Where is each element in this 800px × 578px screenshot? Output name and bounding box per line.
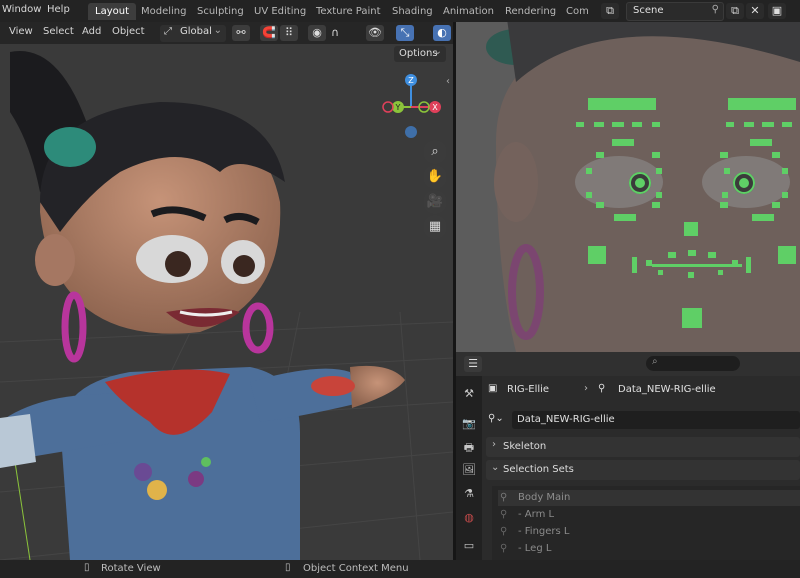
viewport-header: View Select Add Object ⤢ Global ⌄ ⚯ 🧲 ⠿ … bbox=[0, 22, 453, 44]
tool-tab-icon[interactable]: ⚒ bbox=[461, 386, 477, 402]
scene-tab-icon[interactable]: ⚗ bbox=[461, 486, 477, 502]
render-tab-icon[interactable]: 📷 bbox=[461, 416, 477, 432]
gizmo-neg-z-axis[interactable] bbox=[405, 126, 417, 138]
properties-editor: ☰ ⌕ ⚒ 📷 🖶 🖼 ⚗ ◍ ▭ ▣ RIG-Ellie › ⚲ Data_N… bbox=[456, 352, 800, 560]
gizmo-y-label: Y bbox=[395, 103, 401, 112]
scene-field[interactable]: Scene ⚲ bbox=[626, 2, 724, 21]
list-item[interactable]: ⚲ - Leg L bbox=[498, 541, 800, 557]
tab-texture-paint[interactable]: Texture Paint bbox=[309, 3, 388, 20]
menu-view[interactable]: View bbox=[9, 26, 33, 37]
tab-rendering[interactable]: Rendering bbox=[498, 3, 563, 20]
face-rig-view bbox=[456, 22, 800, 352]
new-scene-icon[interactable]: ⧉ bbox=[726, 3, 744, 19]
world-tab-icon[interactable]: ◍ bbox=[461, 510, 477, 526]
chevron-down-icon: ⌄ bbox=[491, 462, 500, 473]
perspective-grid-icon[interactable]: ▦ bbox=[423, 215, 447, 239]
snap-increment-icon[interactable]: ⠿ bbox=[280, 25, 298, 41]
tab-uv-editing[interactable]: UV Editing bbox=[247, 3, 313, 20]
bone-icon: ⚲ bbox=[500, 543, 508, 554]
visibility-icon[interactable]: 👁 bbox=[366, 25, 384, 41]
overlays-icon[interactable]: ◐ bbox=[433, 25, 451, 41]
status-context-menu: Object Context Menu bbox=[303, 563, 409, 574]
bone-icon: ⚲ bbox=[500, 526, 508, 537]
armature-object-icon: ▣ bbox=[488, 383, 498, 394]
selection-sets-panel-title: Selection Sets bbox=[503, 464, 574, 475]
chevron-right-icon: › bbox=[492, 439, 496, 450]
chevron-down-icon: ⌄ bbox=[213, 25, 222, 36]
proportional-editing-icon[interactable]: ◉ bbox=[308, 25, 326, 41]
tab-compositing[interactable]: Comp bbox=[559, 3, 588, 20]
gizmo-toggle-icon[interactable]: ⤡ bbox=[396, 25, 414, 41]
properties-header: ☰ ⌕ bbox=[456, 352, 800, 376]
gizmo-z-label: Z bbox=[408, 76, 414, 85]
selection-sets-panel[interactable]: ⌄ Selection Sets bbox=[486, 460, 800, 480]
camera-view[interactable] bbox=[456, 22, 800, 352]
pivot-point-icon[interactable]: ⚯ bbox=[232, 25, 250, 41]
view-layer-tab-icon[interactable]: 🖼 bbox=[461, 462, 477, 478]
search-icon: ⌕ bbox=[652, 356, 658, 367]
list-item[interactable]: ⚲ - Fingers L bbox=[498, 524, 800, 540]
chevron-right-icon: › bbox=[584, 383, 588, 394]
list-item[interactable]: ⚲ Body Main bbox=[498, 490, 800, 506]
armature-data-icon[interactable]: ⚲⌄ bbox=[488, 413, 504, 424]
armature-data-icon: ⚲ bbox=[598, 383, 606, 394]
breadcrumb: ▣ RIG-Ellie › ⚲ Data_NEW-RIG-ellie bbox=[486, 382, 800, 400]
snap-icon[interactable]: 🧲 bbox=[260, 25, 278, 41]
output-tab-icon[interactable]: 🖶 bbox=[461, 440, 477, 456]
mouse-right-icon: ▯ bbox=[285, 562, 291, 573]
delete-scene-icon[interactable]: ✕ bbox=[746, 3, 764, 19]
pin-icon[interactable]: ⚲ bbox=[712, 4, 719, 15]
orientation-label: Global bbox=[180, 26, 212, 37]
character-scrunchie bbox=[44, 127, 96, 167]
3d-viewport[interactable]: View Select Add Object ⤢ Global ⌄ ⚯ 🧲 ⠿ … bbox=[0, 22, 453, 560]
status-rotate-view: Rotate View bbox=[101, 563, 161, 574]
transform-orientation-dropdown[interactable]: ⤢ Global ⌄ bbox=[160, 25, 226, 42]
view-layer-icon[interactable]: ▣ bbox=[768, 3, 786, 19]
falloff-icon[interactable]: ∩ bbox=[326, 25, 344, 41]
tab-animation[interactable]: Animation bbox=[436, 3, 501, 20]
search-input[interactable]: ⌕ bbox=[646, 356, 740, 371]
data-name-value: Data_NEW-RIG-ellie bbox=[517, 414, 615, 425]
status-bar: ▯ Rotate View ▯ Object Context Menu bbox=[0, 560, 800, 578]
tab-shading[interactable]: Shading bbox=[385, 3, 440, 20]
chevron-down-icon: ⌄ bbox=[433, 46, 442, 57]
gizmo-x-label: X bbox=[432, 103, 438, 112]
character-cuff bbox=[0, 414, 36, 468]
skeleton-panel[interactable]: › Skeleton bbox=[486, 437, 800, 457]
mouse-middle-icon: ▯ bbox=[84, 562, 90, 573]
zoom-icon[interactable]: ⌕ bbox=[423, 140, 447, 164]
character-bracelet bbox=[311, 376, 355, 396]
tab-sculpting[interactable]: Sculpting bbox=[190, 3, 251, 20]
pan-hand-icon[interactable]: ✋ bbox=[423, 165, 447, 189]
data-name-field[interactable]: Data_NEW-RIG-ellie bbox=[512, 411, 800, 429]
orientation-icon: ⤢ bbox=[164, 26, 172, 37]
scene-selector-icon[interactable]: ⧉ bbox=[601, 3, 619, 19]
breadcrumb-object: RIG-Ellie bbox=[507, 384, 550, 395]
bone-icon: ⚲ bbox=[500, 492, 508, 503]
options-label: Options bbox=[399, 48, 438, 59]
character-ear bbox=[35, 234, 75, 286]
top-bar: Window Help Layout Modeling Sculpting UV… bbox=[0, 0, 800, 22]
collection-tab-icon[interactable]: ▭ bbox=[461, 538, 477, 554]
camera-icon[interactable]: 🎥 bbox=[423, 190, 447, 214]
skeleton-panel-title: Skeleton bbox=[503, 441, 547, 452]
menu-object[interactable]: Object bbox=[112, 26, 145, 37]
options-dropdown[interactable]: Options ⌄ bbox=[394, 46, 446, 62]
editor-type-icon[interactable]: ☰ bbox=[464, 356, 482, 372]
menu-add[interactable]: Add bbox=[82, 26, 101, 37]
list-item[interactable]: ⚲ - Arm L bbox=[498, 507, 800, 523]
tab-modeling[interactable]: Modeling bbox=[134, 3, 194, 20]
menu-window[interactable]: Window bbox=[2, 4, 41, 15]
properties-tabs: ⚒ 📷 🖶 🖼 ⚗ ◍ ▭ bbox=[456, 376, 482, 560]
menu-help[interactable]: Help bbox=[47, 4, 70, 15]
breadcrumb-data: Data_NEW-RIG-ellie bbox=[618, 384, 716, 395]
bone-icon: ⚲ bbox=[500, 509, 508, 520]
tab-layout[interactable]: Layout bbox=[88, 3, 136, 20]
navigation-gizmo[interactable]: Z X Y bbox=[378, 72, 448, 142]
menu-select[interactable]: Select bbox=[43, 26, 74, 37]
scene-name: Scene bbox=[633, 5, 664, 16]
